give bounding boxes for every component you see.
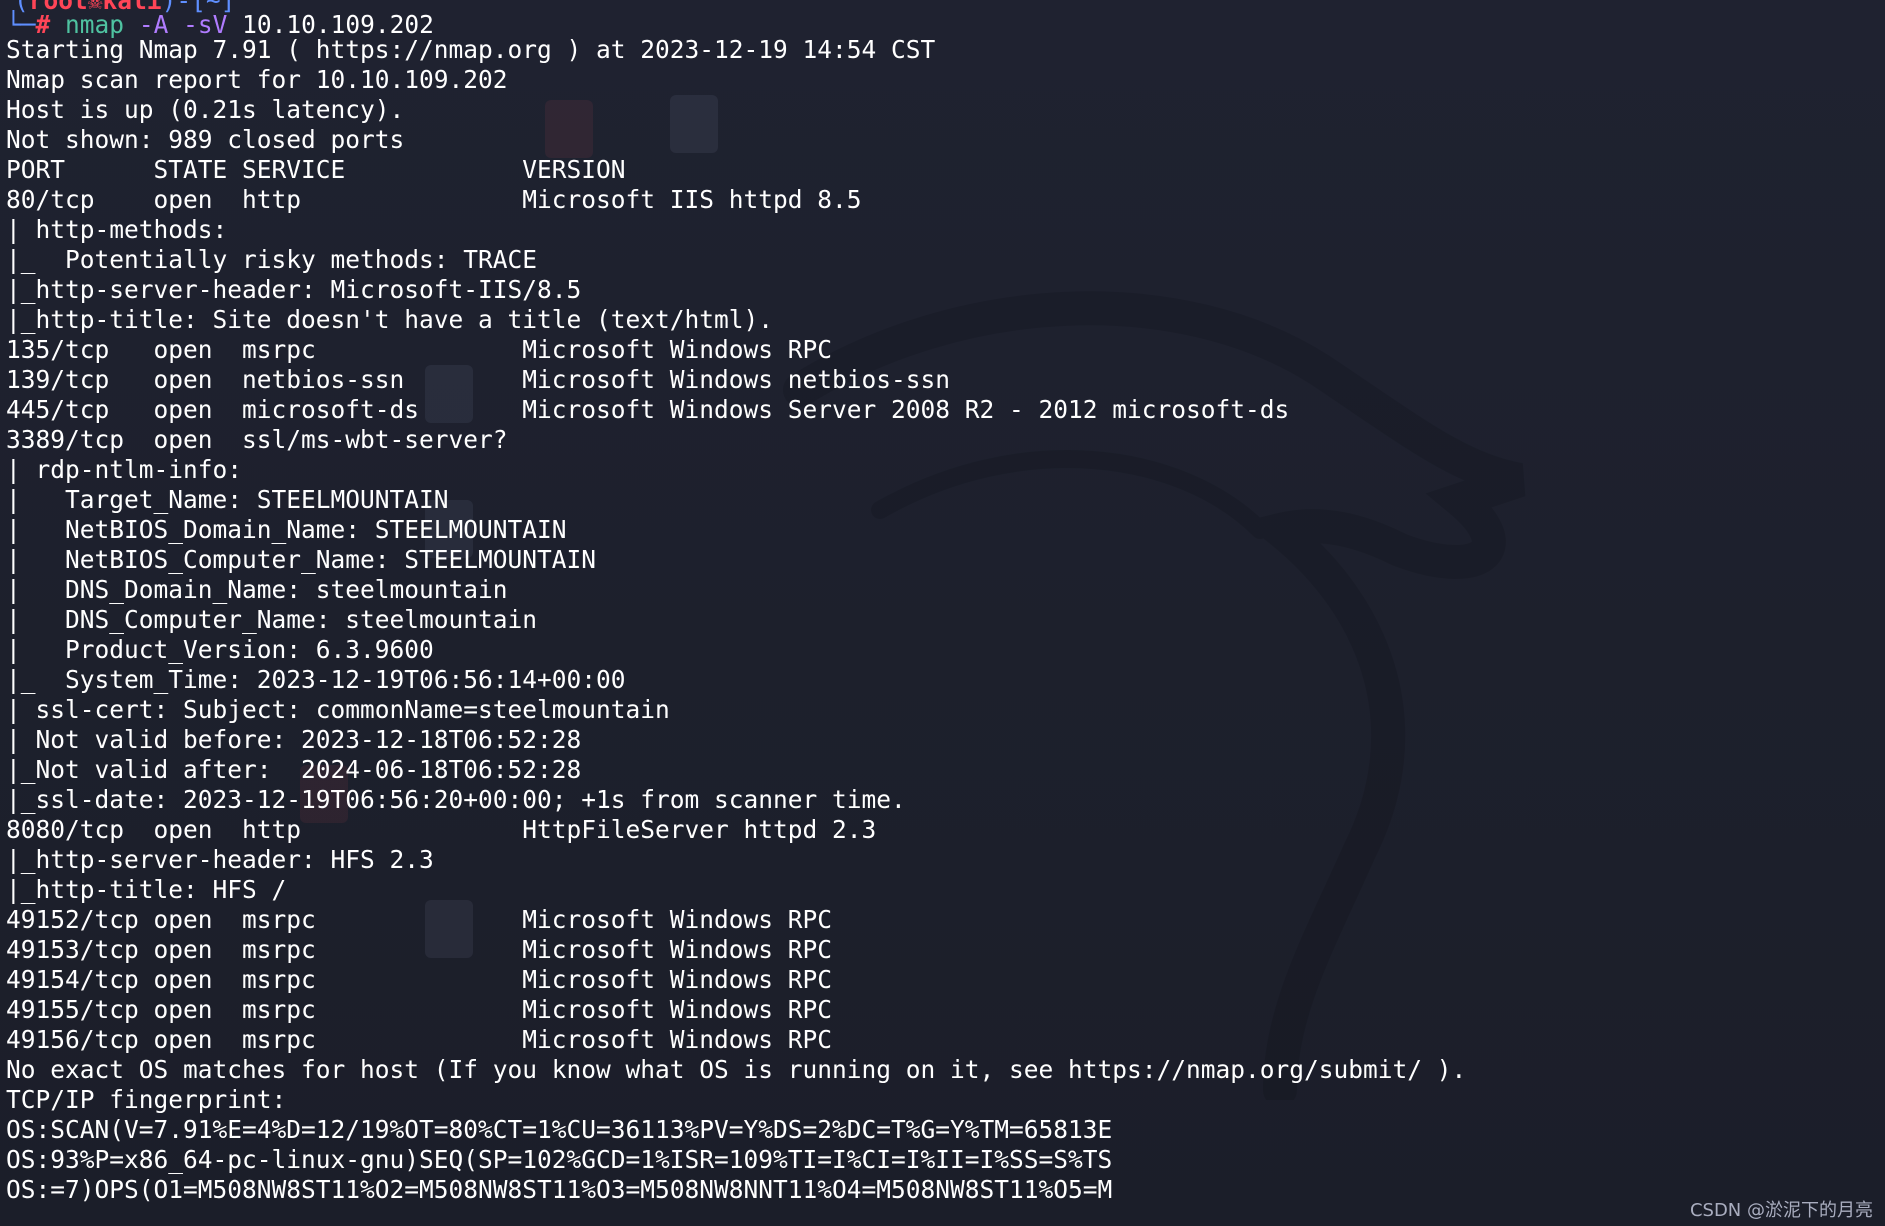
output-line: 80/tcp open http Microsoft IIS httpd 8.5 — [6, 185, 862, 214]
output-line: |_ System_Time: 2023-12-19T06:56:14+00:0… — [6, 665, 626, 694]
output-line: 49156/tcp open msrpc Microsoft Windows R… — [6, 1025, 833, 1054]
output-line: OS:93%P=x86_64-pc-linux-gnu)SEQ(SP=102%G… — [6, 1145, 1113, 1174]
output-line: 445/tcp open microsoft-ds Microsoft Wind… — [6, 395, 1290, 424]
output-line: | Not valid before: 2023-12-18T06:52:28 — [6, 725, 582, 754]
output-line: | Product_Version: 6.3.9600 — [6, 635, 434, 664]
output-line: 49154/tcp open msrpc Microsoft Windows R… — [6, 965, 833, 994]
output-line: 49153/tcp open msrpc Microsoft Windows R… — [6, 935, 833, 964]
output-line: |_ssl-date: 2023-12-19T06:56:20+00:00; +… — [6, 785, 906, 814]
output-line: | http-methods: — [6, 215, 228, 244]
output-line: |_http-title: Site doesn't have a title … — [6, 305, 774, 334]
output-line: | DNS_Domain_Name: steelmountain — [6, 575, 508, 604]
terminal-output: Starting Nmap 7.91 ( https://nmap.org ) … — [6, 35, 1466, 1205]
output-line: | NetBIOS_Domain_Name: STEELMOUNTAIN — [6, 515, 567, 544]
output-line: | ssl-cert: Subject: commonName=steelmou… — [6, 695, 670, 724]
output-line: | DNS_Computer_Name: steelmountain — [6, 605, 538, 634]
output-line: PORT STATE SERVICE VERSION — [6, 155, 626, 184]
output-line: |_http-server-header: HFS 2.3 — [6, 845, 434, 874]
output-line: OS:=7)OPS(O1=M508NW8ST11%O2=M508NW8ST11%… — [6, 1175, 1113, 1204]
output-line: 135/tcp open msrpc Microsoft Windows RPC — [6, 335, 833, 364]
output-line: 3389/tcp open ssl/ms-wbt-server? — [6, 425, 508, 454]
output-line: 139/tcp open netbios-ssn Microsoft Windo… — [6, 365, 951, 394]
csdn-watermark: CSDN @淤泥下的月亮 — [1689, 1200, 1873, 1221]
output-line: | Target_Name: STEELMOUNTAIN — [6, 485, 449, 514]
output-line: |_ Potentially risky methods: TRACE — [6, 245, 538, 274]
output-line: Starting Nmap 7.91 ( https://nmap.org ) … — [6, 35, 936, 64]
output-line: Host is up (0.21s latency). — [6, 95, 405, 124]
output-line: |_Not valid after: 2024-06-18T06:52:28 — [6, 755, 582, 784]
output-line: 8080/tcp open http HttpFileServer httpd … — [6, 815, 877, 844]
output-line: Nmap scan report for 10.10.109.202 — [6, 65, 508, 94]
output-line: 49155/tcp open msrpc Microsoft Windows R… — [6, 995, 833, 1024]
output-line: | NetBIOS_Computer_Name: STEELMOUNTAIN — [6, 545, 597, 574]
output-line: | rdp-ntlm-info: — [6, 455, 243, 484]
output-line: Not shown: 989 closed ports — [6, 125, 405, 154]
output-line: TCP/IP fingerprint: — [6, 1085, 287, 1114]
output-line: No exact OS matches for host (If you kno… — [6, 1055, 1467, 1084]
output-line: |_http-title: HFS / — [6, 875, 287, 904]
output-line: |_http-server-header: Microsoft-IIS/8.5 — [6, 275, 582, 304]
output-line: OS:SCAN(V=7.91%E=4%D=12/19%OT=80%CT=1%CU… — [6, 1115, 1113, 1144]
terminal-window[interactable]: (root☠kali)-[~] └─# nmap -A -sV 10.10.10… — [0, 0, 1885, 1226]
output-line: 49152/tcp open msrpc Microsoft Windows R… — [6, 905, 833, 934]
